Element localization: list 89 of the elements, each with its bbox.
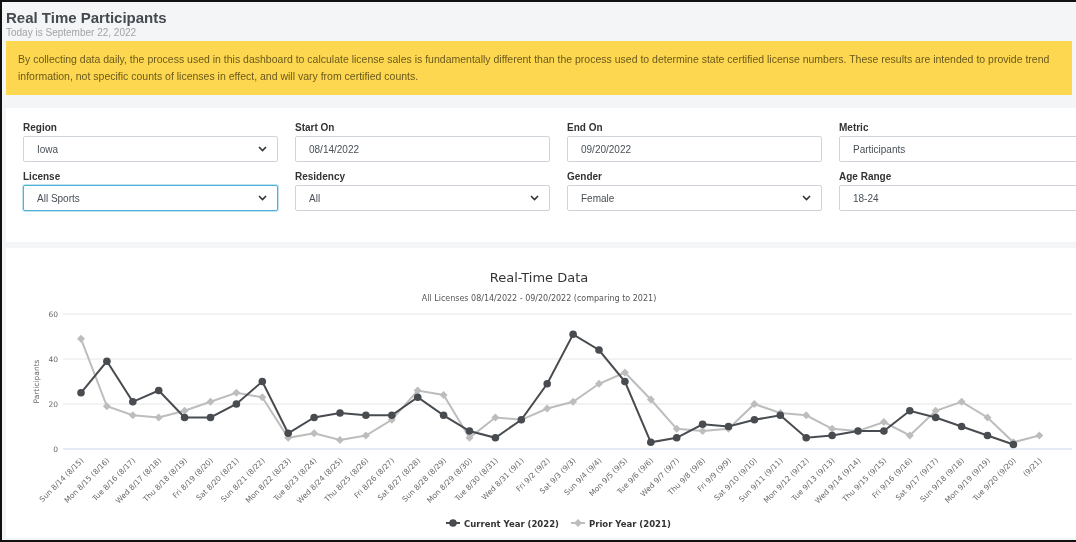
point [957, 422, 966, 431]
date-text: Today is September 22, 2022 [6, 27, 138, 38]
point [931, 413, 940, 422]
point [362, 411, 370, 420]
dropdown[interactable]: Female [567, 185, 822, 211]
input-field[interactable]: 08/14/2022 [295, 136, 550, 162]
dropdown[interactable]: Iowa [23, 136, 278, 162]
chart-subtitle: All Licenses 08/14/2022 - 09/20/2022 (comparing to 2021) [421, 294, 657, 303]
point [957, 397, 966, 406]
point [750, 400, 759, 408]
field-label: Residency [295, 171, 347, 182]
point [880, 427, 888, 435]
point [905, 431, 914, 440]
point [413, 386, 422, 395]
point [465, 433, 474, 442]
field-label: Start On [295, 122, 336, 133]
point [77, 334, 85, 343]
field-label: License [23, 171, 62, 182]
notice-banner: By collecting data daily, the process used in this dashboard to calculate license sales is fundamentally different than the process used to determine state certified license numbers. These results are intended to provide trend information, not specific counts of licenses in effect, and will vary from certified counts. [6, 41, 1072, 95]
point [621, 377, 629, 386]
input-field[interactable]: 18-24 [839, 185, 1076, 211]
point [543, 404, 552, 413]
point [698, 427, 707, 435]
chevron-icon [530, 195, 539, 201]
point [750, 415, 759, 424]
point [310, 413, 318, 422]
point [672, 424, 681, 433]
point [595, 346, 603, 354]
point [180, 406, 189, 415]
point [77, 388, 85, 397]
point [232, 400, 241, 408]
dropdown[interactable]: All Sports [23, 185, 278, 211]
chevron-icon [258, 146, 267, 152]
dropdown[interactable]: All [295, 185, 550, 211]
point [595, 379, 603, 388]
field-label: Region [23, 122, 58, 133]
point [232, 388, 241, 397]
point [491, 433, 500, 442]
point [128, 411, 137, 420]
point [931, 406, 940, 415]
point [154, 413, 163, 422]
point [206, 397, 215, 406]
point [284, 429, 292, 438]
point [102, 402, 111, 411]
page-title: Real Time Participants [6, 9, 168, 26]
field-label: End On [567, 122, 604, 133]
point [569, 330, 577, 339]
point [388, 411, 396, 420]
input-field[interactable]: 09/20/2022 [567, 136, 822, 162]
point [906, 406, 914, 415]
input-field[interactable]: Participants [839, 136, 1076, 162]
point [129, 397, 137, 406]
point [310, 429, 319, 438]
point [465, 427, 474, 435]
chevron-icon [802, 195, 811, 201]
point [103, 357, 111, 366]
chevron-icon [258, 195, 267, 201]
point [879, 418, 888, 426]
legend-label[interactable]: Prior Year (2021) [589, 519, 671, 529]
point [543, 379, 551, 388]
point [154, 386, 163, 395]
field-label: Age Range [839, 171, 893, 182]
point [802, 433, 810, 442]
point [258, 393, 267, 402]
field-label: Gender [567, 171, 603, 182]
point [1035, 431, 1044, 440]
point [491, 413, 500, 422]
point [336, 436, 344, 444]
point [206, 413, 215, 422]
point [672, 433, 681, 442]
point [569, 397, 578, 406]
point [983, 413, 992, 422]
point [413, 393, 422, 402]
point [983, 431, 992, 440]
field-label: Metric [839, 122, 870, 133]
point [620, 368, 629, 377]
point [698, 420, 707, 429]
legend-label[interactable]: Current Year (2022) [464, 519, 559, 529]
point [828, 431, 836, 440]
chart-title: Real-Time Data [489, 270, 589, 285]
point [802, 411, 811, 420]
point [646, 395, 655, 404]
point [439, 411, 448, 420]
point [336, 409, 344, 417]
point [180, 413, 189, 422]
point [361, 431, 370, 440]
point [439, 391, 448, 399]
point [258, 377, 267, 386]
point [647, 438, 655, 447]
